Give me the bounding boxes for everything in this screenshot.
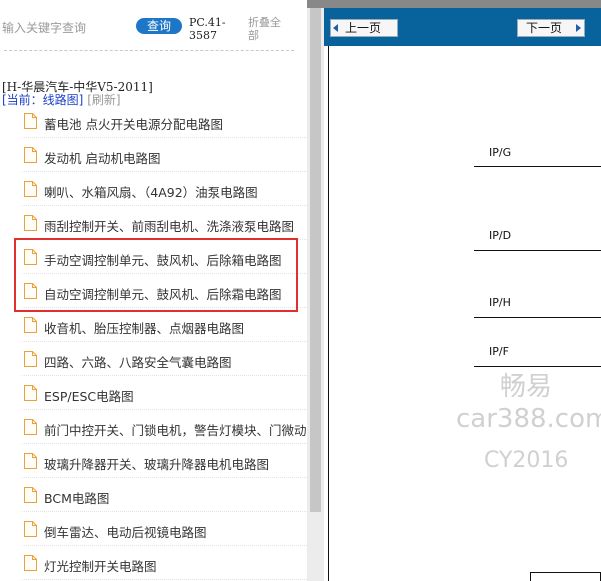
diagram-list-item-label: 发动机 启动机电路图 <box>44 151 161 166</box>
query-button[interactable]: 查询 <box>136 18 182 34</box>
document-icon <box>24 113 37 129</box>
diagram-list-item[interactable]: ESP/ESC电路图 <box>22 376 307 410</box>
tree-scrollbar[interactable] <box>307 8 324 581</box>
prev-page-button[interactable]: 上一页 <box>330 19 398 37</box>
document-icon <box>24 317 37 333</box>
prev-page-label: 上一页 <box>345 21 382 35</box>
watermark-text: car388.com <box>456 404 601 434</box>
viewer-nav-bar: 上一页 下一页 <box>324 8 601 46</box>
watermark-text: 畅易 <box>500 372 553 402</box>
signal-label-ip-h: IP/H <box>489 296 511 309</box>
document-icon <box>24 555 37 571</box>
next-page-button[interactable]: 下一页 <box>517 19 585 37</box>
arrow-right-icon <box>576 24 581 32</box>
diagram-list-item-label: 四路、六路、八路安全气囊电路图 <box>44 355 232 370</box>
diagram-list-item-label: ESP/ESC电路图 <box>44 389 134 404</box>
diagram-list-item-label: 灯光控制开关电路图 <box>44 559 157 574</box>
diagram-list-item-label: 倒车雷达、电动后视镜电路图 <box>44 525 207 540</box>
watermark-text: CY2016 <box>484 448 569 473</box>
arrow-left-icon <box>333 24 338 32</box>
next-page-label: 下一页 <box>526 21 563 35</box>
document-icon <box>24 215 37 231</box>
diagram-list-item-label: 蓄电池 点火开关电源分配电路图 <box>44 117 223 132</box>
diagram-list-item[interactable]: 四路、六路、八路安全气囊电路图 <box>22 342 307 376</box>
scrollbar-thumb[interactable] <box>310 8 321 512</box>
diagram-list-item[interactable]: 雨刮控制开关、前雨刮电机、洗涤液泵电路图 <box>22 206 307 240</box>
diagram-list-item[interactable]: 收音机、胎压控制器、点烟器电路图 <box>22 308 307 342</box>
diagram-list-item-label: BCM电路图 <box>44 491 110 506</box>
signal-wire <box>474 166 601 167</box>
diagram-list-item[interactable]: 手动空调控制单元、鼓风机、后除箱电路图 <box>22 240 307 274</box>
diagram-list-item[interactable]: 喇叭、水箱风扇、（4A92）油泵电路图 <box>22 172 307 206</box>
document-icon <box>24 147 37 163</box>
diagram-list-item-label: 玻璃升降器开关、玻璃升降器电机电路图 <box>44 457 270 472</box>
signal-wire <box>474 250 601 251</box>
diagram-list: 蓄电池 点火开关电源分配电路图 发动机 启动机电路图喇叭、水箱风扇、（4A92）油… <box>22 104 307 580</box>
document-icon <box>24 249 37 265</box>
diagram-viewer: 上一页 下一页 IP/G IP/D IP/H IP/F 畅易 car388.co… <box>324 8 601 581</box>
diagram-list-item-label: 喇叭、水箱风扇、（4A92）油泵电路图 <box>44 185 258 200</box>
diagram-list-item[interactable]: 玻璃升降器开关、玻璃升降器电机电路图 <box>22 444 307 478</box>
pc-code-label: PC.41-3587 <box>189 16 226 42</box>
collapse-all-link[interactable]: 折叠全部 <box>248 16 290 42</box>
document-icon <box>24 521 37 537</box>
diagram-list-item[interactable]: 自动空调控制单元、鼓风机、后除霜电路图 <box>22 274 307 308</box>
divider <box>4 50 294 51</box>
diagram-list-item[interactable]: 蓄电池 点火开关电源分配电路图 <box>22 104 307 138</box>
search-input[interactable]: 输入关键字查询 <box>2 19 86 36</box>
document-icon <box>24 283 37 299</box>
document-icon <box>24 419 37 435</box>
diagram-list-item-label: 前门中控开关、门锁电机，警告灯模块、门微动 <box>44 423 307 438</box>
diagram-list-item-label: 雨刮控制开关、前雨刮电机、洗涤液泵电路图 <box>44 219 295 234</box>
diagram-list-item-label: 手动空调控制单元、鼓风机、后除箱电路图 <box>44 253 282 268</box>
diagram-list-item[interactable]: 灯光控制开关电路图 <box>22 546 307 580</box>
diagram-list-item-label: 收音机、胎压控制器、点烟器电路图 <box>44 321 245 336</box>
diagram-list-item[interactable]: BCM电路图 <box>22 478 307 512</box>
document-icon <box>24 351 37 367</box>
diagram-border <box>328 46 329 581</box>
document-icon <box>24 181 37 197</box>
signal-wire <box>474 317 601 318</box>
signal-label-ip-d: IP/D <box>489 229 512 242</box>
signal-label-ip-g: IP/G <box>489 146 512 159</box>
left-tree-panel: 输入关键字查询 查询 PC.41-3587 折叠全部 [H-华晨汽车-中华V5-… <box>0 0 307 581</box>
document-icon <box>24 385 37 401</box>
diagram-list-item[interactable]: 倒车雷达、电动后视镜电路图 <box>22 512 307 546</box>
diagram-list-item[interactable]: 前门中控开关、门锁电机，警告灯模块、门微动 <box>22 410 307 444</box>
diagram-component-box <box>530 572 601 581</box>
document-icon <box>24 487 37 503</box>
diagram-list-item[interactable]: 发动机 启动机电路图 <box>22 138 307 172</box>
signal-label-ip-f: IP/F <box>489 345 509 358</box>
document-icon <box>24 453 37 469</box>
diagram-list-item-label: 自动空调控制单元、鼓风机、后除霜电路图 <box>44 287 282 302</box>
